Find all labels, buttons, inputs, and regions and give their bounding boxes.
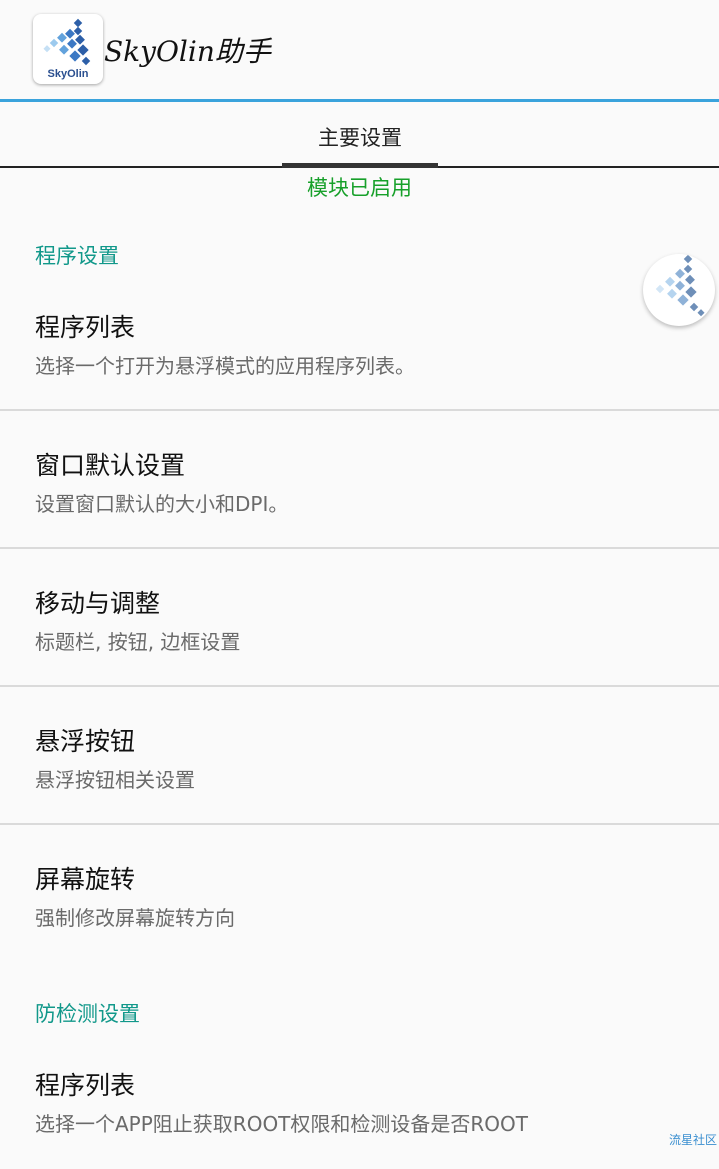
watermark: 流星社区	[668, 1133, 717, 1147]
tab-indicator	[282, 163, 438, 168]
pref-summary: 悬浮按钮相关设置	[35, 768, 195, 792]
logo-text: SkyOlin	[47, 68, 89, 80]
pref-title: 窗口默认设置	[35, 451, 186, 480]
tab-main-settings[interactable]: 主要设置	[282, 105, 438, 166]
app-header: SkyOlin SkyOlin助手	[0, 0, 719, 102]
pref-summary: 选择一个打开为悬浮模式的应用程序列表。	[35, 354, 415, 378]
section-header-program-settings: 程序设置	[35, 244, 119, 268]
skyolin-logo-icon: SkyOlin	[33, 14, 103, 84]
pref-title: 程序列表	[35, 1071, 136, 1100]
skyolin-float-icon[interactable]	[643, 254, 715, 326]
pref-summary: 强制修改屏幕旋转方向	[35, 906, 235, 930]
pref-title: 程序列表	[35, 313, 136, 342]
pref-floating-button[interactable]: 悬浮按钮 悬浮按钮相关设置	[0, 688, 719, 825]
pref-title: 屏幕旋转	[35, 865, 136, 894]
pref-title: 悬浮按钮	[35, 727, 136, 756]
pref-window-defaults[interactable]: 窗口默认设置 设置窗口默认的大小和DPI。	[0, 412, 719, 549]
tab-bar: 主要设置	[0, 105, 719, 168]
pref-title: 移动与调整	[35, 589, 161, 618]
pref-screen-rotation[interactable]: 屏幕旋转 强制修改屏幕旋转方向	[0, 826, 719, 963]
pref-move-resize[interactable]: 移动与调整 标题栏, 按钮, 边框设置	[0, 550, 719, 687]
app-title: SkyOlin助手	[104, 35, 271, 68]
pref-summary: 设置窗口默认的大小和DPI。	[35, 492, 289, 516]
pref-anti-detection-program-list[interactable]: 程序列表 选择一个APP阻止获取ROOT权限和检测设备是否ROOT	[0, 1032, 719, 1169]
section-header-anti-detection: 防检测设置	[35, 1002, 140, 1026]
pref-summary: 标题栏, 按钮, 边框设置	[35, 630, 241, 654]
pref-summary: 选择一个APP阻止获取ROOT权限和检测设备是否ROOT	[35, 1112, 528, 1136]
pref-program-list[interactable]: 程序列表 选择一个打开为悬浮模式的应用程序列表。	[0, 274, 719, 411]
module-status: 模块已启用	[307, 176, 412, 200]
